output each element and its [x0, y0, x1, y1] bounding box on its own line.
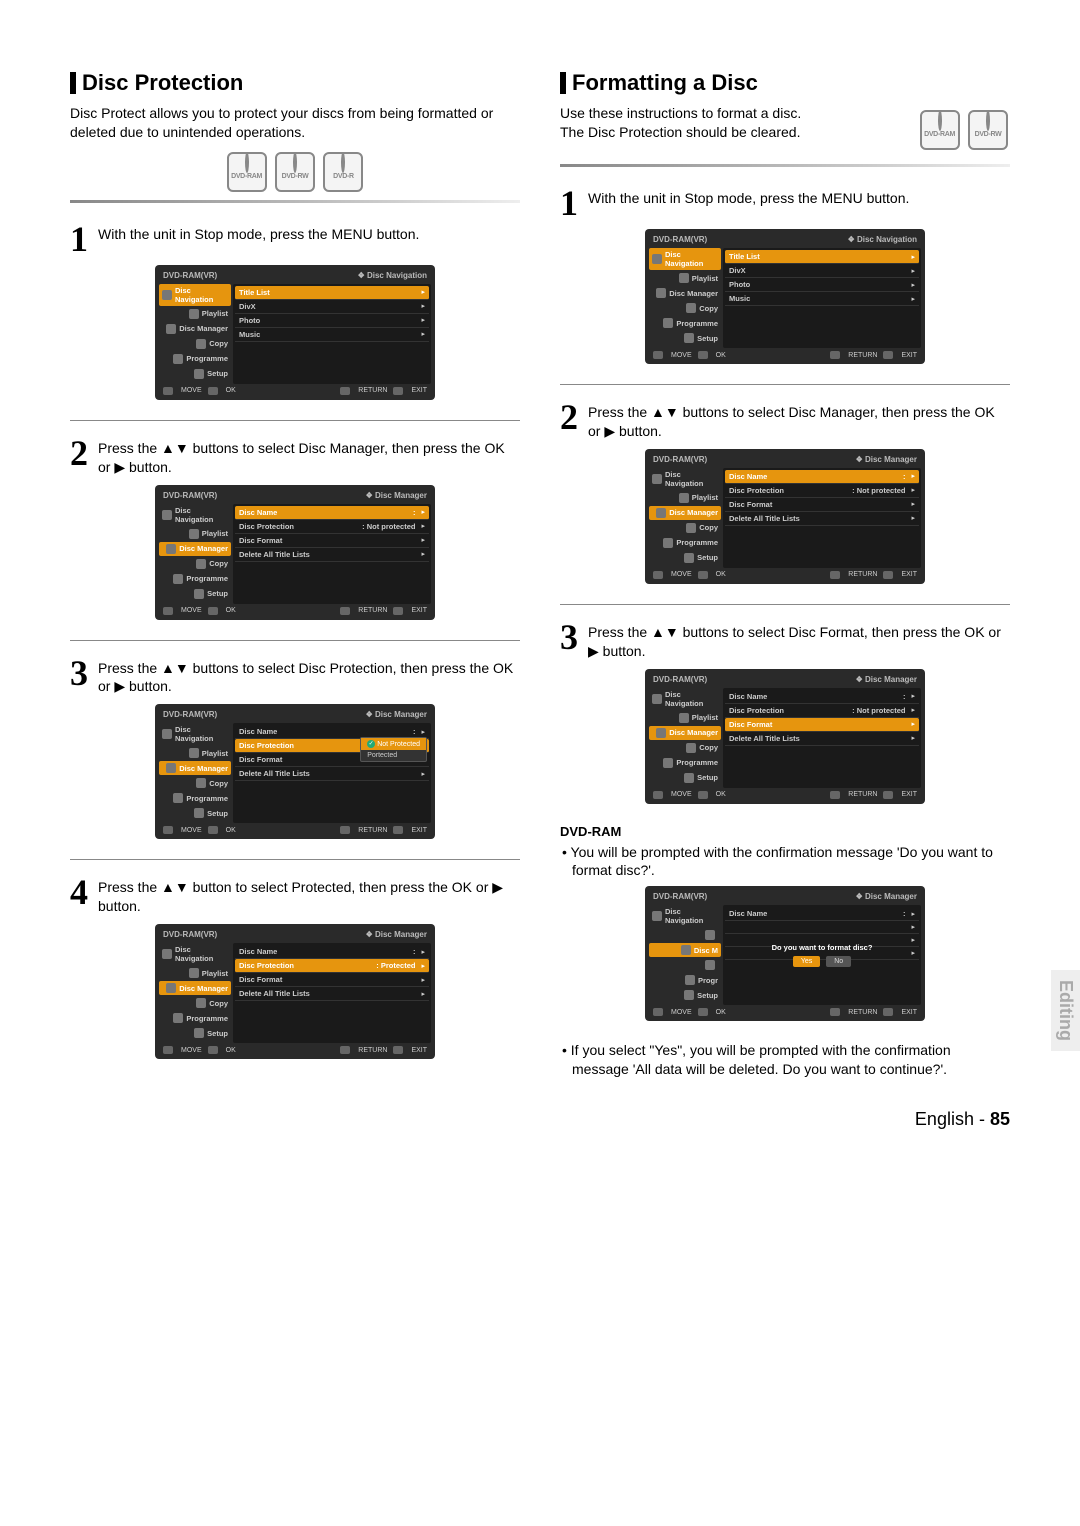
bullet-1: You will be prompted with the confirmati…: [560, 843, 1010, 881]
osd-screenshot: DVD-RAM(VR)Disc Manager Disc Navigation …: [645, 886, 925, 1021]
disc-icon: DVD-RW: [968, 110, 1008, 150]
intro-protection: Disc Protect allows you to protect your …: [70, 104, 520, 142]
step-number: 2: [560, 399, 578, 435]
step-3-r: 3 Press the ▲▼ buttons to select Disc Fo…: [560, 619, 1010, 661]
side-tab-editing: Editing: [1051, 970, 1080, 1051]
step-2-r: 2 Press the ▲▼ buttons to select Disc Ma…: [560, 399, 1010, 441]
title-text: Disc Protection: [82, 70, 243, 96]
title-text: Formatting a Disc: [572, 70, 758, 96]
step-number: 3: [70, 655, 88, 691]
title-bar-icon: [70, 72, 76, 94]
step-number: 3: [560, 619, 578, 655]
disc-icons-formatting: DVD-RAM DVD-RW: [918, 110, 1010, 150]
disc-icon: DVD-RAM: [227, 152, 267, 192]
divider: [70, 200, 520, 203]
footer-lang: English -: [915, 1109, 990, 1129]
left-column: Disc Protection Disc Protect allows you …: [70, 70, 520, 1085]
divider: [560, 164, 1010, 167]
step-number: 4: [70, 874, 88, 910]
step-1-r: 1 With the unit in Stop mode, press the …: [560, 185, 1010, 221]
section-title-protection: Disc Protection: [70, 70, 520, 96]
step-number: 1: [560, 185, 578, 221]
disc-icon: DVD-RAM: [920, 110, 960, 150]
step-number: 1: [70, 221, 88, 257]
bullet-2: If you select "Yes", you will be prompte…: [560, 1041, 1010, 1079]
disc-icons-protection: DVD-RAM DVD-RW DVD-R: [70, 152, 520, 192]
step-text: Press the ▲▼ buttons to select Disc Mana…: [98, 435, 520, 477]
osd-screenshot: DVD-RAM(VR)Disc Manager Disc Navigation …: [155, 924, 435, 1059]
disc-icon: DVD-RW: [275, 152, 315, 192]
step-2: 2 Press the ▲▼ buttons to select Disc Ma…: [70, 435, 520, 477]
osd-screenshot: DVD-RAM(VR)Disc Manager Disc Navigation …: [155, 485, 435, 620]
step-3: 3 Press the ▲▼ buttons to select Disc Pr…: [70, 655, 520, 697]
page-footer: English - 85: [70, 1109, 1010, 1130]
step-text: Press the ▲▼ buttons to select Disc Prot…: [98, 655, 520, 697]
step-1: 1 With the unit in Stop mode, press the …: [70, 221, 520, 257]
step-text: Press the ▲▼ buttons to select Disc Mana…: [588, 399, 1010, 441]
step-text: Press the ▲▼ button to select Protected,…: [98, 874, 520, 916]
osd-screenshot: DVD-RAM(VR)Disc Manager Disc Navigation …: [645, 669, 925, 804]
footer-page: 85: [990, 1109, 1010, 1129]
osd-screenshot: DVD-RAM(VR)Disc Navigation Disc Navigati…: [645, 229, 925, 364]
title-bar-icon: [560, 72, 566, 94]
osd-screenshot: DVD-RAM(VR)Disc Manager Disc Navigation …: [155, 704, 435, 839]
step-number: 2: [70, 435, 88, 471]
step-4: 4 Press the ▲▼ button to select Protecte…: [70, 874, 520, 916]
section-title-formatting: Formatting a Disc: [560, 70, 1010, 96]
disc-icon: DVD-R: [323, 152, 363, 192]
step-text: With the unit in Stop mode, press the ME…: [98, 221, 419, 244]
intro-formatting: Use these instructions to format a disc.…: [560, 104, 918, 142]
sub-heading-dvdram: DVD-RAM: [560, 824, 1010, 839]
osd-screenshot: DVD-RAM(VR)Disc Navigation Disc Navigati…: [155, 265, 435, 400]
step-text: Press the ▲▼ buttons to select Disc Form…: [588, 619, 1010, 661]
right-column: Formatting a Disc Use these instructions…: [560, 70, 1010, 1085]
osd-screenshot: DVD-RAM(VR)Disc Manager Disc Navigation …: [645, 449, 925, 584]
step-text: With the unit in Stop mode, press the ME…: [588, 185, 909, 208]
